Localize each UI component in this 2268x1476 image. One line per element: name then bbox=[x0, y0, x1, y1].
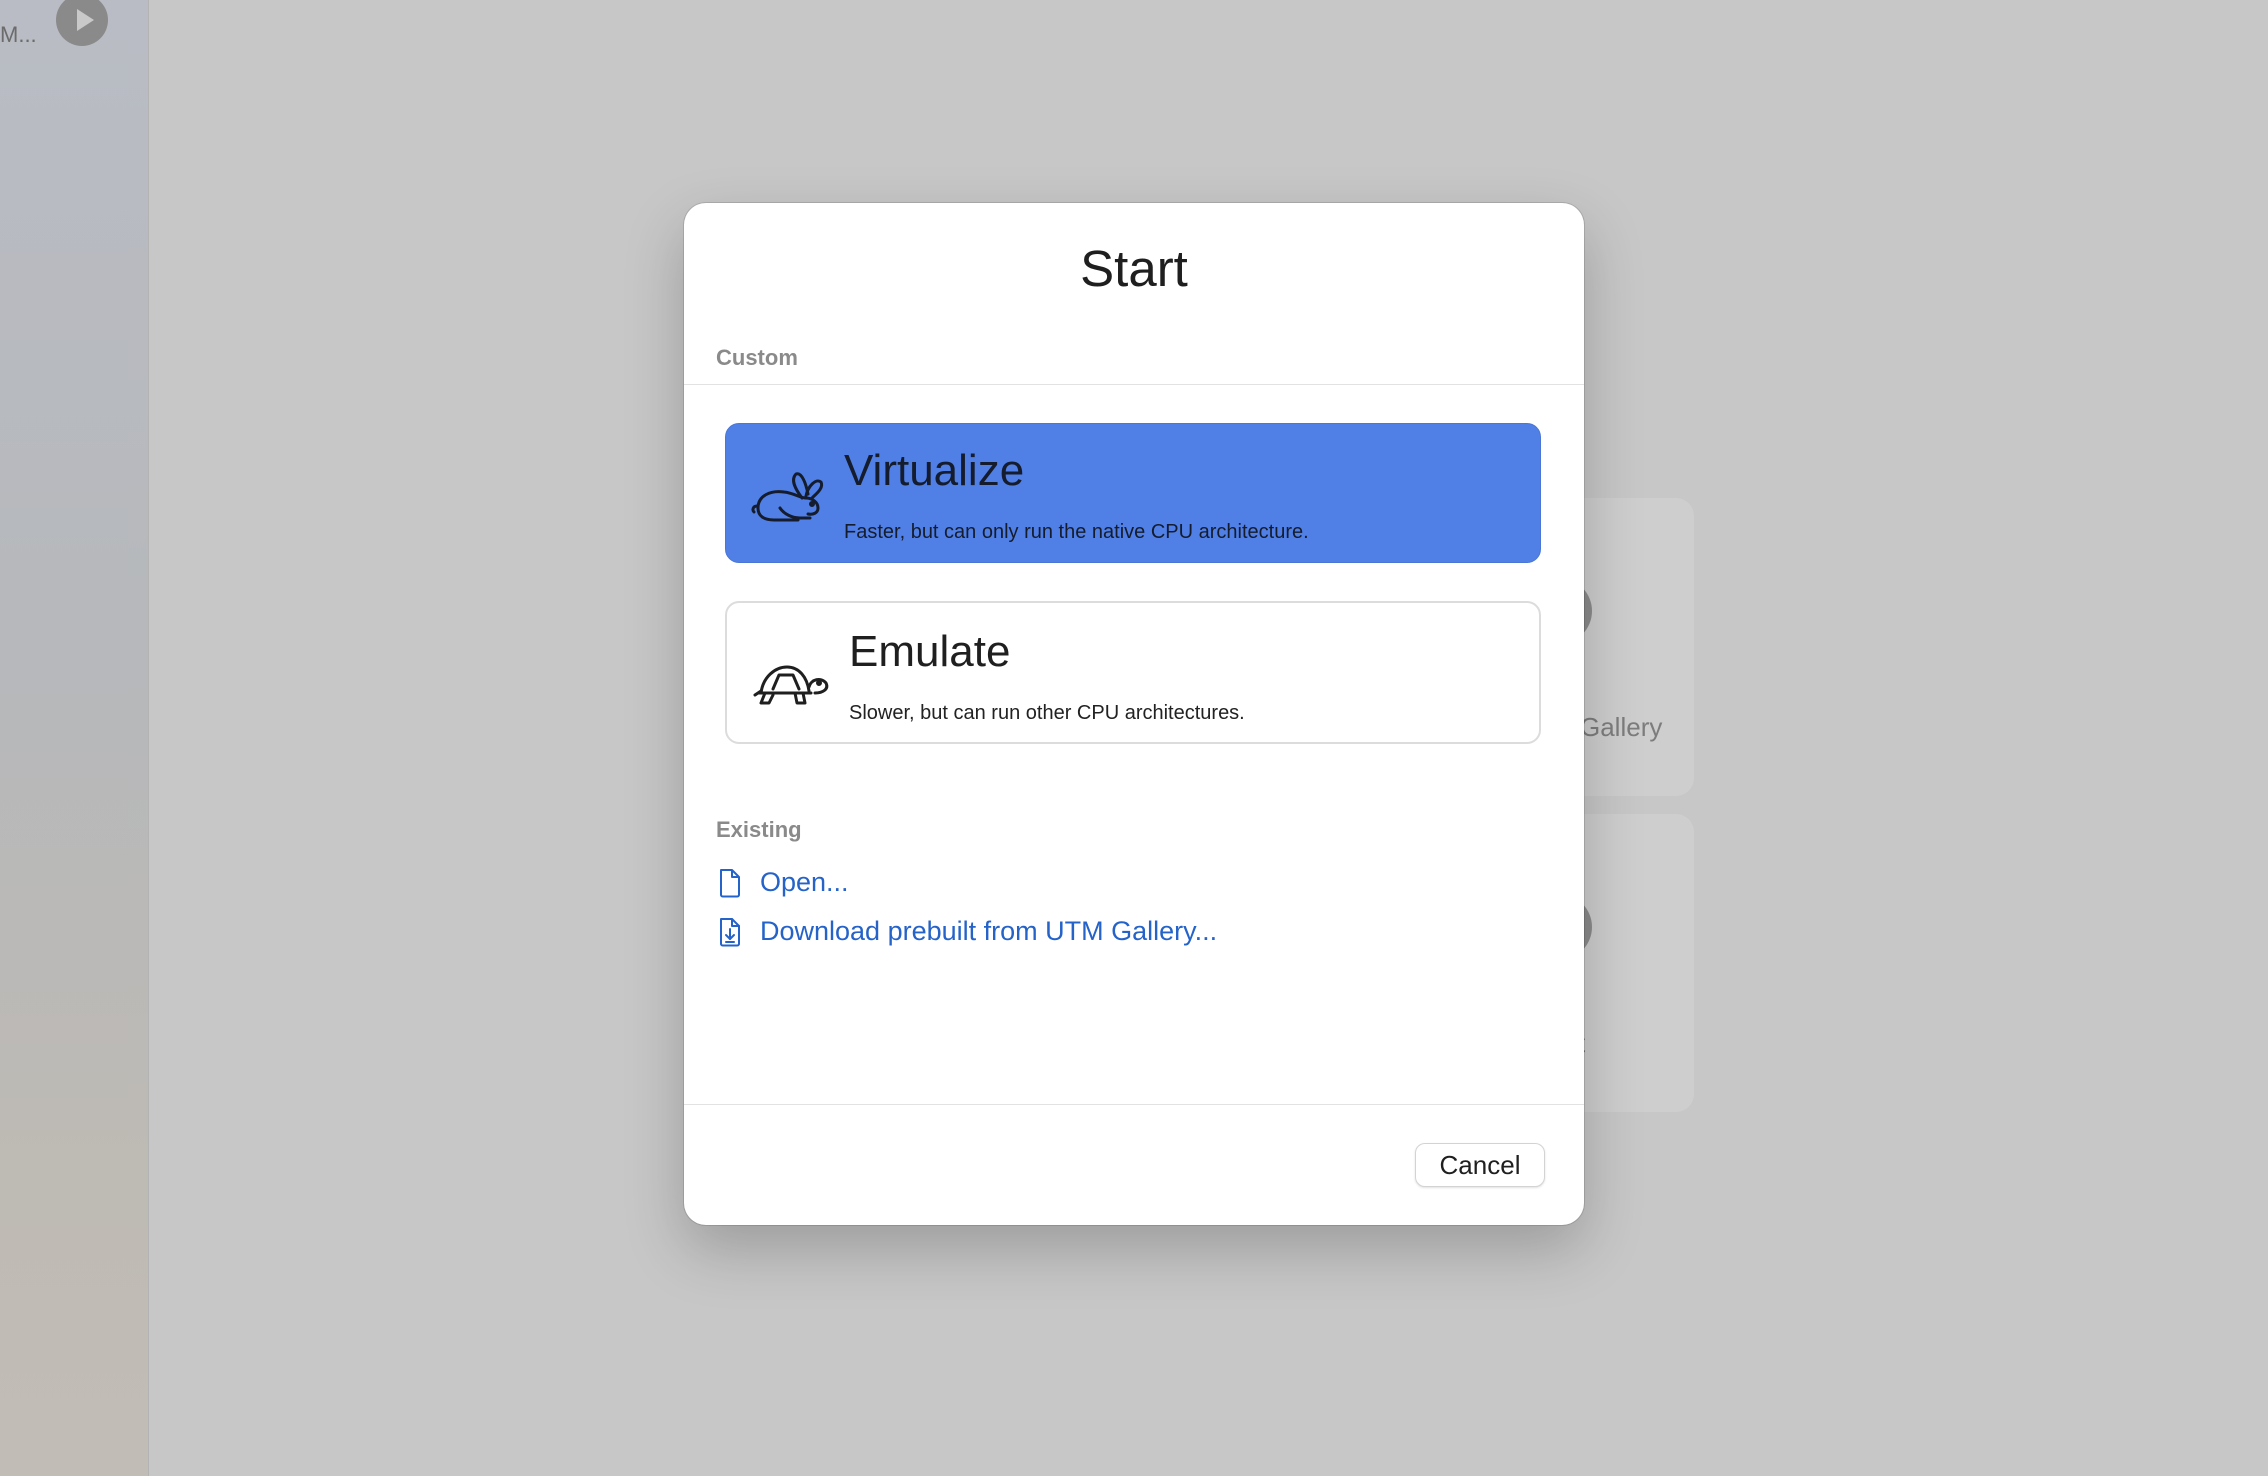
virtualize-option[interactable]: Virtualize Faster, but can only run the … bbox=[725, 423, 1541, 563]
custom-section-label: Custom bbox=[716, 345, 798, 370]
download-gallery-link-label[interactable]: Download prebuilt from UTM Gallery... bbox=[760, 916, 1217, 947]
hare-icon bbox=[751, 472, 824, 522]
divider bbox=[684, 1104, 1584, 1105]
virtualize-description: Faster, but can only run the native CPU … bbox=[844, 521, 1309, 543]
open-link-label[interactable]: Open... bbox=[760, 867, 849, 898]
tortoise-icon bbox=[753, 665, 829, 705]
document-icon bbox=[720, 869, 740, 898]
emulate-description: Slower, but can run other CPU architectu… bbox=[849, 702, 1245, 724]
download-document-icon bbox=[720, 918, 740, 947]
sheet-title: Start bbox=[1080, 240, 1188, 297]
play-icon[interactable] bbox=[56, 0, 108, 46]
virtualize-title: Virtualize bbox=[844, 446, 1025, 495]
start-sheet: Start Custom Virtualize Faster, but can … bbox=[684, 203, 1584, 1225]
sidebar-vm-name[interactable]: M... bbox=[0, 22, 37, 48]
emulate-title: Emulate bbox=[849, 627, 1011, 676]
sidebar: M... bbox=[0, 0, 149, 1476]
background-card-label: Gallery bbox=[1580, 712, 1663, 742]
cancel-button[interactable]: Cancel bbox=[1415, 1143, 1545, 1187]
emulate-option[interactable]: Emulate Slower, but can run other CPU ar… bbox=[725, 601, 1541, 744]
existing-section-label: Existing bbox=[716, 817, 802, 842]
divider bbox=[684, 384, 1584, 385]
